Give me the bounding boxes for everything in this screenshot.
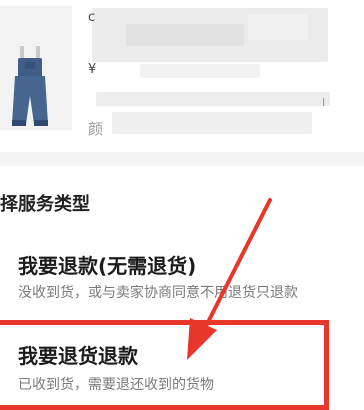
partial-price-text: ¥: [88, 62, 97, 77]
option-description: 已收到货，需要退还收到的货物: [18, 377, 214, 393]
refund-only-option[interactable]: 我要退款(无需退货) 没收到货，或与卖家协商同意不用退货只退款: [0, 250, 364, 310]
blurred-detail-mask: [140, 64, 260, 78]
blurred-price-mask: [96, 92, 330, 106]
partial-edge-text: Ⅰ: [322, 96, 326, 109]
blurred-title-mask: [126, 24, 244, 46]
return-and-refund-option[interactable]: 我要退货退款 已收到货，需要退还收到的货物: [0, 340, 364, 395]
option-title: 我要退款(无需退货): [18, 254, 197, 278]
partial-title-text: c: [88, 10, 96, 25]
product-card[interactable]: c ¥ 颜 Ⅰ: [0, 0, 364, 152]
section-title: 择服务类型: [0, 194, 90, 215]
spec-color-label: 颜: [88, 120, 104, 138]
section-divider: [0, 152, 364, 166]
option-title: 我要退货退款: [18, 344, 138, 368]
blurred-spec-mask: [112, 112, 312, 134]
overalls-image: [12, 46, 48, 126]
product-thumbnail: [0, 6, 72, 130]
option-description: 没收到货，或与卖家协商同意不用退货只退款: [18, 285, 298, 301]
blurred-title-mask: [248, 14, 308, 40]
